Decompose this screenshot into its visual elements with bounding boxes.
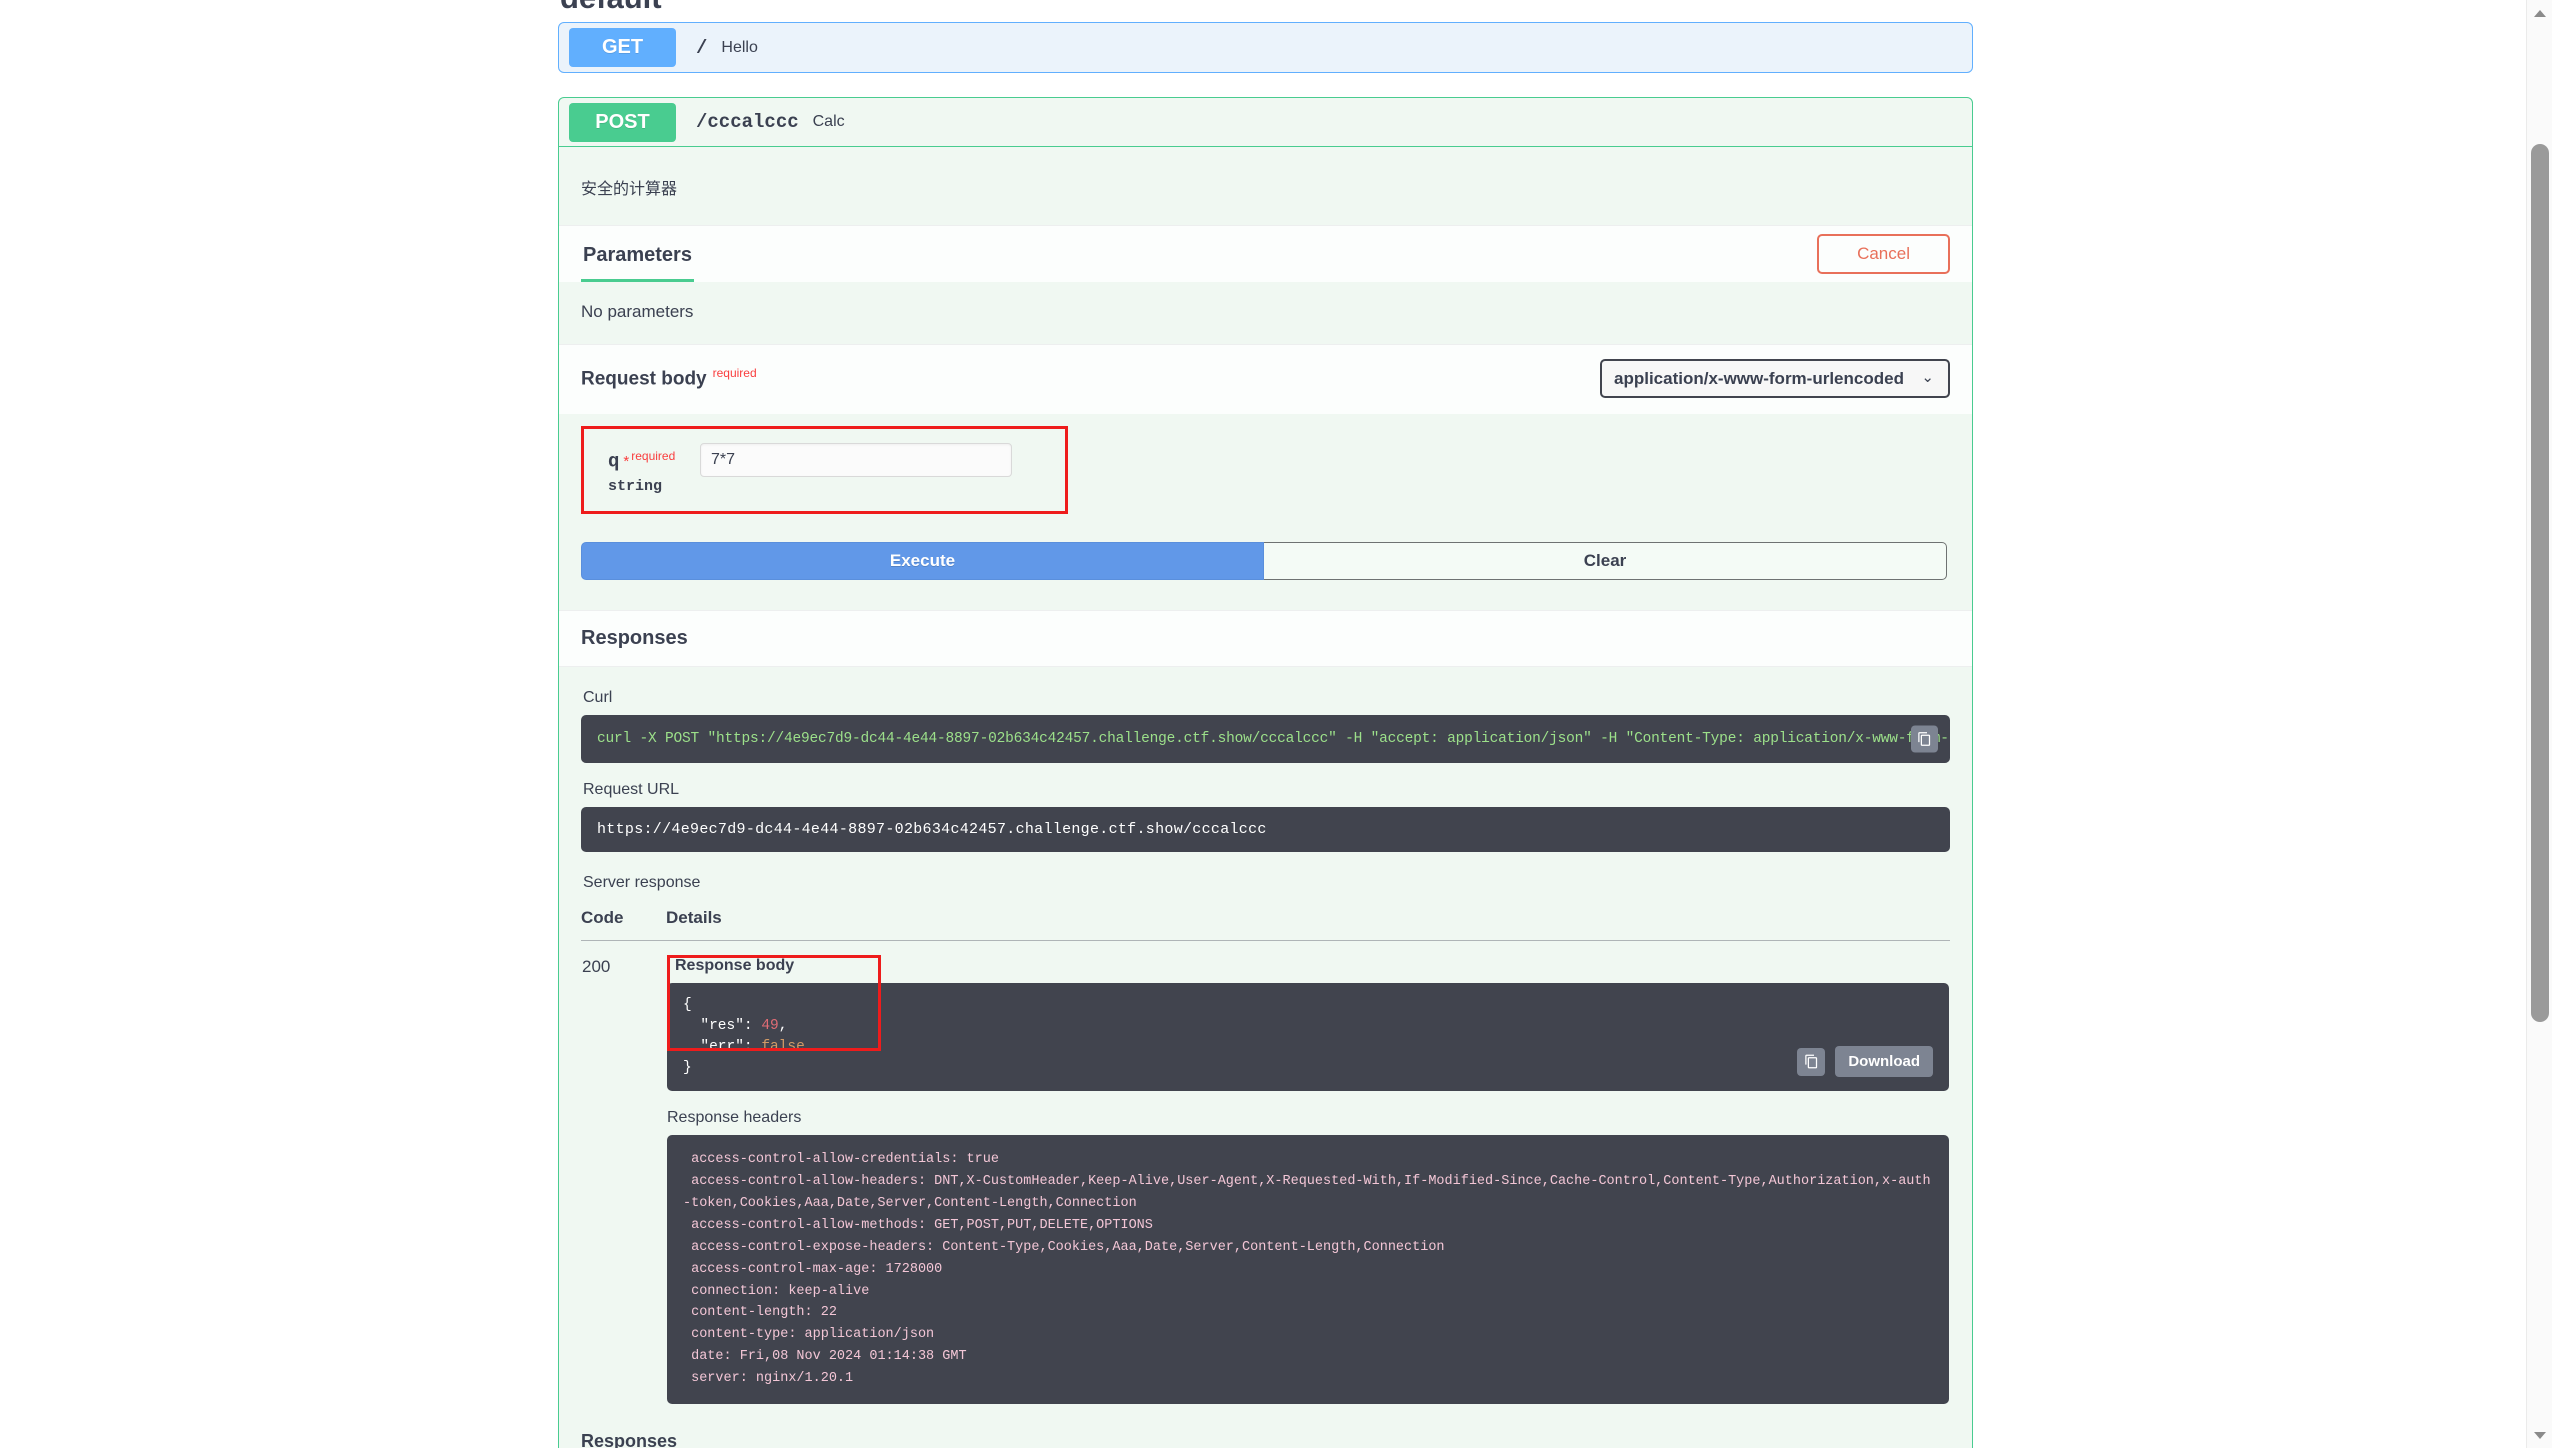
live-response-area: Curl curl -X POST "https://4e9ec7d9-dc44… [559,667,1972,1413]
request-body-label: Request body required [581,366,757,390]
operation-description: 安全的计算器 [581,181,678,198]
request-body-header: Request body required application/x-www-f… [559,344,1972,414]
triangle-down-icon [2534,1431,2546,1439]
opblock-summary-post[interactable]: POST /cccalccc Calc [559,98,1972,147]
request-url-value: https://4e9ec7d9-dc44-4e44-8897-02b634c4… [597,821,1267,839]
server-response-col-code: Code [581,902,666,942]
page-scrollbar[interactable] [2526,0,2552,1448]
cancel-button[interactable]: Cancel [1817,234,1950,274]
response-headers-block: access-control-allow-credentials: true a… [667,1135,1949,1404]
server-response-table: Code Details 200 Response body {"res": … [581,902,1950,1405]
server-response-code: 200 [582,957,611,977]
opblock-summary-get[interactable]: GET / Hello [559,23,1972,72]
request-body-title: Request body [581,368,707,390]
response-json-key-res: "res" [700,1018,744,1035]
curl-block: curl -X POST "https://4e9ec7d9-dc44-4e44… [581,715,1950,764]
response-json-open: { [683,997,692,1014]
triangle-up-icon [2534,9,2546,17]
request-url-block: https://4e9ec7d9-dc44-4e44-8897-02b634c4… [581,807,1950,853]
documented-responses: Responses Code Description Links [559,1412,1972,1448]
content-type-select[interactable]: application/x-www-form-urlencoded [1600,359,1950,398]
opblock-body: 安全的计算器 Parameters Cancel No parameters R… [559,147,1972,1448]
copy-to-clipboard-icon [1918,732,1931,747]
copy-curl-button[interactable] [1911,725,1938,753]
content-type-select-wrapper[interactable]: application/x-www-form-urlencoded ⌄ [1600,359,1950,398]
response-body-block: { "res": 49, "err": false } Download [667,983,1949,1092]
execute-clear-row: Execute Clear [559,534,1972,611]
response-body-actions: Download [1797,1046,1933,1078]
no-parameters-text: No parameters [559,282,1972,344]
copy-to-clipboard-icon [1805,1055,1817,1069]
swagger-ui-page: default GET / Hello POST /cccalccc Calc … [0,0,2552,1448]
page-content: default GET / Hello POST /cccalccc Calc … [0,0,2526,1448]
copy-response-button[interactable] [1797,1047,1826,1076]
parameter-required-label: required [631,449,676,463]
server-response-label: Server response [583,874,701,892]
parameters-header: Parameters Cancel [559,225,1972,282]
curl-command: curl -X POST "https://4e9ec7d9-dc44-4e44… [597,731,1950,748]
operation-path-post: /cccalccc [696,111,799,133]
parameter-meta: q * required string [608,443,680,495]
server-response-details: Response body { "res": 49, "err": false … [666,941,1950,1405]
tab-parameters[interactable]: Parameters [581,226,694,282]
parameter-required-star: * [623,453,630,471]
scroll-up-arrow[interactable] [2527,0,2552,26]
request-body-required-flag: required [712,366,757,381]
operation-path-get: / [696,36,708,59]
parameter-name: q [608,450,620,473]
server-response-header-row: Code Details [581,902,1950,942]
curl-label: Curl [583,689,613,707]
request-url-label: Request URL [583,781,680,799]
response-body-holder: Response body { "res": 49, "err": false … [667,955,1949,1092]
server-response-row: 200 Response body { "res": 49, "err": fa… [581,941,1950,1405]
api-section-default: default GET / Hello POST /cccalccc Calc … [558,0,1973,1448]
documented-responses-title: Responses [581,1430,678,1448]
opblock-get-root[interactable]: GET / Hello [558,22,1973,73]
response-json-value-res: 49 [761,1018,779,1035]
response-headers-label: Response headers [667,1109,802,1127]
parameter-type: string [608,478,663,496]
scroll-down-arrow[interactable] [2527,1422,2552,1448]
request-body-parameters: q * required string [559,414,1972,535]
response-json-close: } [683,1060,692,1077]
section-heading: default [560,0,1973,10]
response-json-comma: , [778,1018,788,1035]
server-response-col-details: Details [666,902,1950,942]
opblock-post-cccalccc: POST /cccalccc Calc 安全的计算器 Parameters Ca… [558,97,1973,1448]
operation-summary-post: Calc [812,113,845,130]
highlight-box-parameter: q * required string [581,426,1068,515]
http-method-badge-get: GET [569,28,676,67]
operation-summary-get: Hello [721,38,758,56]
responses-wrapper: Responses Curl curl -X POST "https://4e9… [559,610,1972,1448]
clear-button[interactable]: Clear [1264,542,1947,581]
response-json-value-err: false [761,1039,805,1056]
parameter-row-q: q * required string [608,443,1041,495]
response-body-label: Response body [675,957,795,975]
responses-title: Responses [559,610,1972,668]
download-button[interactable]: Download [1835,1046,1933,1078]
response-json-key-err: "err" [700,1039,744,1056]
http-method-badge-post: POST [569,102,676,142]
execute-button[interactable]: Execute [581,542,1264,581]
parameter-input-q[interactable] [700,443,1012,477]
scrollbar-thumb[interactable] [2531,144,2549,1022]
